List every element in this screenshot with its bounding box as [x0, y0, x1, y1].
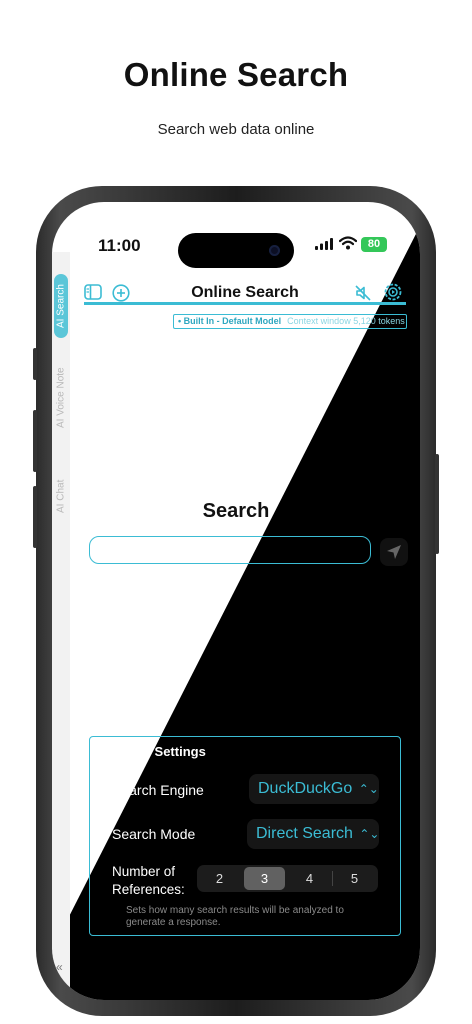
camera-icon	[269, 245, 280, 256]
send-icon	[387, 545, 401, 559]
phone-volume-down	[33, 486, 37, 548]
search-settings-header[interactable]: ▼ Search Settings	[96, 744, 206, 759]
phone-screen: 11:00 80 AI Search AI Voice Note AI Chat	[52, 202, 420, 1000]
battery-icon: 80	[361, 237, 387, 252]
sidebar-tab-ai-search[interactable]: AI Search	[54, 274, 68, 338]
top-bar: Online Search	[82, 276, 408, 312]
search-mode-picker[interactable]: Direct Search ⌃⌄	[247, 819, 379, 849]
search-settings-panel: ▼ Search Settings Search Engine DuckDuck…	[89, 736, 401, 936]
sidebar: AI Search AI Voice Note AI Chat	[52, 252, 70, 1000]
phone-mute-switch	[33, 348, 37, 380]
dynamic-island	[178, 233, 294, 268]
references-option-5[interactable]: 5	[334, 867, 375, 890]
references-option-4[interactable]: 4	[289, 867, 330, 890]
model-selector[interactable]: • Built In - Default Model Context window…	[173, 314, 407, 329]
search-heading: Search	[202, 500, 270, 522]
search-mode-value: Direct Search	[256, 825, 353, 842]
collapse-sidebar-icon[interactable]: «	[56, 960, 63, 974]
up-down-chevron-icon: ⌃⌄	[359, 827, 380, 841]
phone-frame: 11:00 80 AI Search AI Voice Note AI Chat	[33, 186, 439, 1016]
hero-title: Online Search	[123, 56, 349, 93]
search-engine-picker[interactable]: DuckDuckGo ⌃⌄	[249, 774, 379, 804]
wifi-icon	[339, 236, 357, 250]
search-engine-label: Search Engine	[112, 782, 204, 798]
context-window-label: Context window 5,120 tokens	[287, 316, 405, 326]
status-bar: 11:00 80	[52, 224, 420, 268]
references-segmented-control: 2 3 4 5	[197, 865, 378, 892]
search-input[interactable]	[89, 536, 371, 564]
model-name: • Built In - Default Model	[178, 316, 282, 326]
hero-subtitle: Search web data online	[157, 121, 315, 138]
phone-volume-up	[33, 410, 37, 472]
header-accent-bar	[84, 302, 406, 305]
send-button[interactable]	[380, 538, 408, 566]
references-help-text: Sets how many search results will be ana…	[126, 905, 344, 928]
search-mode-label: Search Mode	[112, 826, 196, 842]
status-time: 11:00	[98, 236, 141, 255]
speaker-mute-icon[interactable]	[354, 284, 372, 302]
segment-divider	[332, 871, 333, 886]
settings-gear-icon[interactable]	[383, 282, 403, 302]
number-of-references-label: Number of References:	[112, 864, 185, 897]
references-option-2[interactable]: 2	[199, 867, 240, 890]
search-engine-value: DuckDuckGo	[258, 780, 353, 797]
phone-power-button	[435, 454, 439, 554]
disclosure-triangle-icon: ▼	[96, 747, 104, 756]
references-option-3[interactable]: 3	[244, 867, 285, 890]
sidebar-tab-ai-voice-note[interactable]: AI Voice Note	[54, 360, 68, 436]
cellular-signal-icon	[315, 238, 333, 250]
search-settings-title: Search Settings	[107, 744, 206, 759]
up-down-chevron-icon: ⌃⌄	[358, 782, 379, 796]
